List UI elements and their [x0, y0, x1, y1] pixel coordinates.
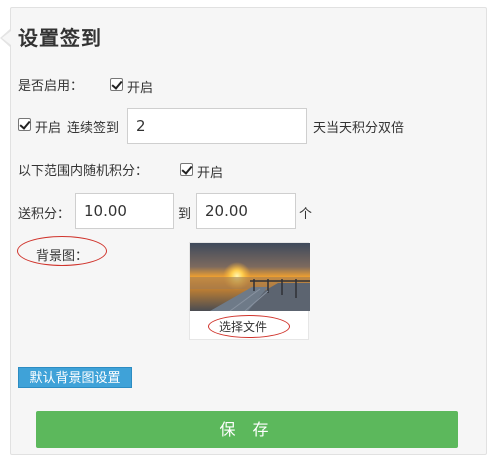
random-points-checkbox[interactable] — [180, 163, 193, 176]
enable-checkbox-label: 开启 — [127, 81, 154, 96]
random-points-label: 以下范围内随机积分： — [18, 164, 149, 179]
background-image — [190, 243, 310, 311]
enable-checkbox[interactable] — [110, 78, 123, 91]
save-button[interactable]: 保 存 — [36, 411, 458, 448]
streak-days-input[interactable]: 2 — [127, 108, 307, 144]
streak-checkbox[interactable] — [18, 118, 31, 131]
sunset-pier-image — [190, 243, 310, 311]
choose-file-button[interactable]: 选择文件 — [219, 318, 267, 335]
points-max-input[interactable]: 20.00 — [196, 193, 296, 229]
points-to-label: 到 — [178, 207, 192, 222]
enable-label: 是否启用： — [18, 79, 84, 94]
panel-notch-inner — [2, 31, 11, 45]
points-unit-label: 个 — [299, 207, 313, 222]
background-preview: 选择文件 — [189, 242, 310, 340]
streak-prefix-label: 连续签到 — [67, 121, 120, 136]
streak-checkbox-label: 开启 — [35, 121, 62, 136]
background-label: 背景图： — [36, 249, 89, 264]
default-background-button[interactable]: 默认背景图设置 — [18, 367, 132, 388]
streak-suffix-label: 天当天积分双倍 — [313, 121, 405, 136]
page: 设置签到 是否启用： 开启 开启 连续签到 2 天当天积分双倍 以下范围内随机积… — [0, 0, 493, 466]
points-min-input[interactable]: 10.00 — [75, 193, 174, 229]
page-title: 设置签到 — [18, 26, 102, 50]
points-label: 送积分： — [18, 207, 71, 222]
random-points-checkbox-label: 开启 — [197, 166, 224, 181]
